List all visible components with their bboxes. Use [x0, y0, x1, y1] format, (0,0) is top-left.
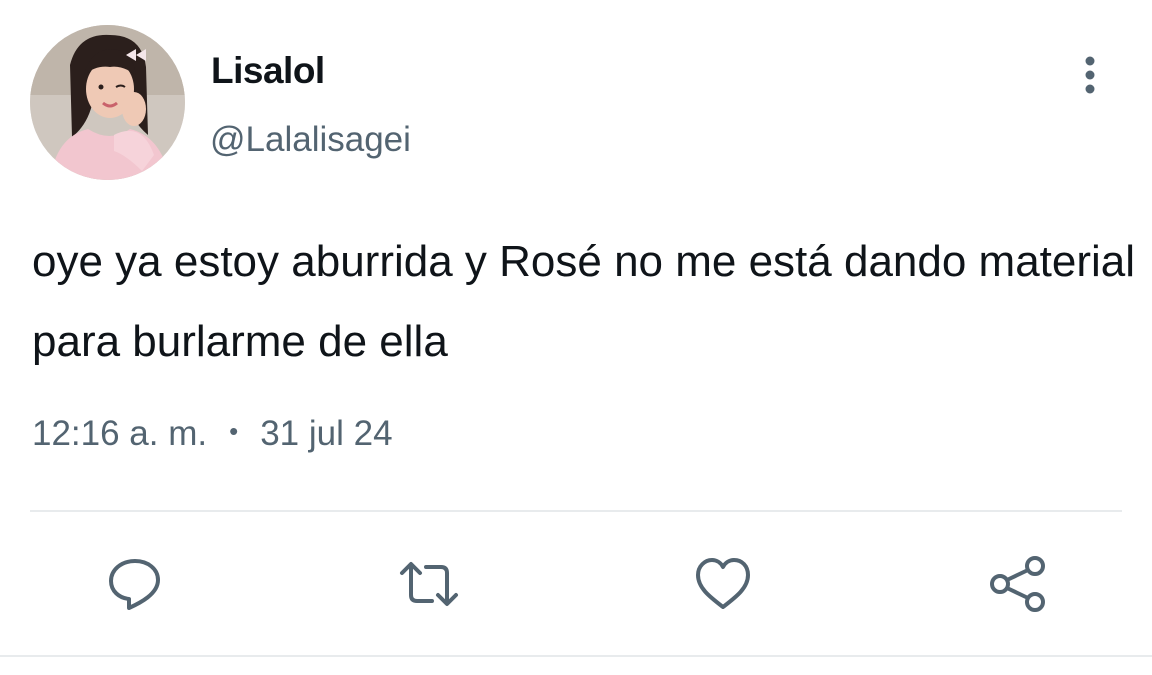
tweet-text: oye ya estoy aburrida y Rosé no me está …: [32, 237, 1136, 366]
heart-icon: [696, 558, 750, 609]
divider: [30, 510, 1122, 512]
more-vertical-icon[interactable]: [1070, 55, 1110, 95]
retweet-button[interactable]: [398, 553, 460, 615]
tweet-time[interactable]: 12:16 a. m.: [32, 414, 207, 453]
display-name[interactable]: Lisalol: [211, 50, 325, 92]
retweet-icon: [400, 562, 458, 606]
avatar-image: [30, 25, 185, 180]
tweet-date[interactable]: 31 jul 24: [260, 414, 392, 453]
user-handle[interactable]: @Lalalisagei: [210, 120, 411, 160]
share-button[interactable]: [987, 553, 1049, 615]
like-button[interactable]: [692, 553, 754, 615]
share-icon: [990, 556, 1045, 612]
meta-separator: •: [229, 416, 239, 446]
reply-icon: [109, 559, 160, 610]
tweet-meta: 12:16 a. m. • 31 jul 24: [32, 414, 393, 454]
avatar[interactable]: [30, 25, 185, 180]
bottom-divider: [0, 655, 1152, 657]
reply-button[interactable]: [104, 553, 166, 615]
